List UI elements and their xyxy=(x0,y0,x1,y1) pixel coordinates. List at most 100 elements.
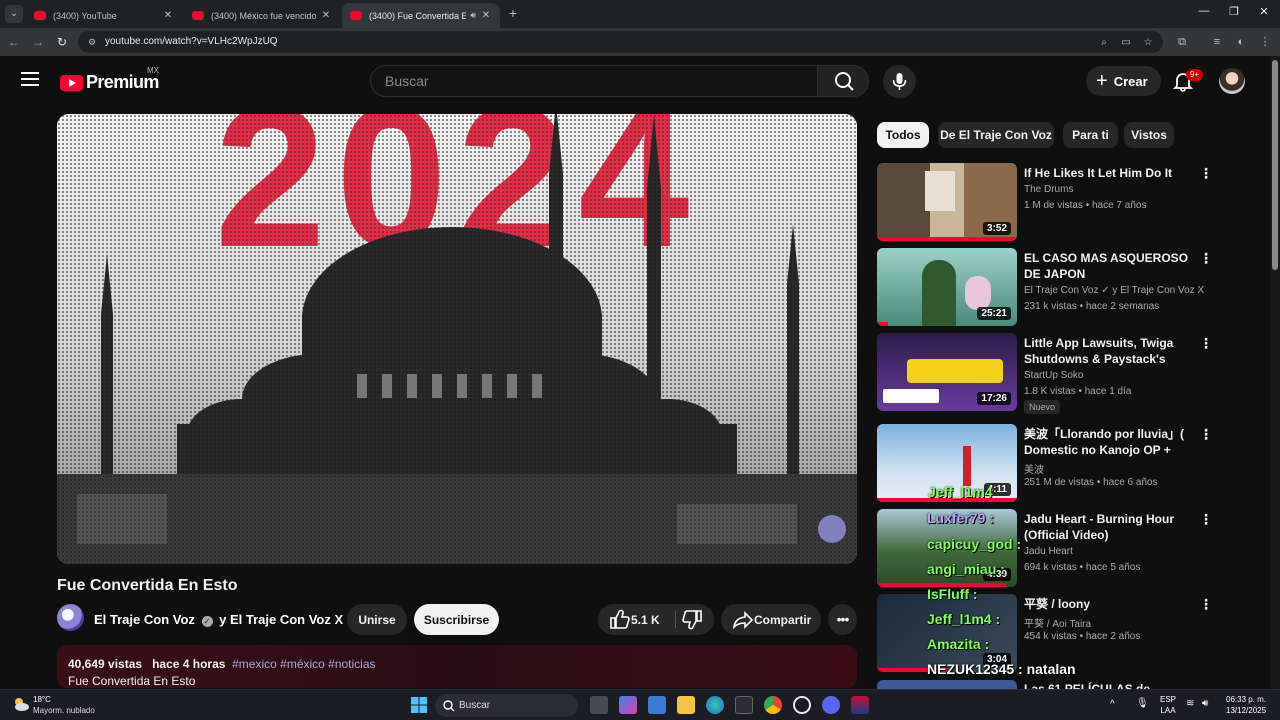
url-text[interactable]: youtube.com/watch?v=VLHc2WpJzUQ xyxy=(105,36,278,47)
create-button[interactable]: + Crear xyxy=(1086,66,1161,96)
recommendation-channel[interactable]: The Drums xyxy=(1024,184,1073,195)
share-button[interactable]: Compartir xyxy=(721,604,821,635)
description-box[interactable]: 40,649 vistas hace 4 horas #mexico #méxi… xyxy=(57,645,857,688)
site-info-icon[interactable]: ⚙ xyxy=(86,36,98,48)
collab-channel-text[interactable]: y El Traje Con Voz X xyxy=(219,612,343,627)
recommendation-thumbnail[interactable]: 17:26 xyxy=(877,333,1017,411)
like-dislike-group: 5.1 K xyxy=(598,604,714,635)
join-button[interactable]: Unirse xyxy=(347,604,407,635)
recommendation-item[interactable]: 25:21 EL CASO MAS ASQUEROSO DE JAPON El … xyxy=(877,248,1267,328)
edge-icon[interactable] xyxy=(706,696,724,714)
restore-icon[interactable]: ❐ xyxy=(1224,5,1244,21)
search-input[interactable]: Buscar xyxy=(370,65,817,97)
terminal-icon[interactable] xyxy=(735,696,753,714)
voice-search-button[interactable] xyxy=(883,65,916,98)
recommendation-title: If He Likes It Let Him Do It xyxy=(1024,166,1173,180)
search-button[interactable] xyxy=(817,65,869,97)
zoom-icon[interactable]: ⌕ xyxy=(1097,36,1111,50)
taskbar-search[interactable]: Buscar xyxy=(435,694,578,717)
video-player[interactable]: 2024 xyxy=(57,114,857,564)
kebab-menu-icon[interactable]: ⋮ xyxy=(1199,335,1213,351)
chat-message: Jeff_l1m4 : xyxy=(927,611,1001,627)
channel-name[interactable]: El Traje Con Voz xyxy=(94,612,195,627)
profile-icon[interactable]: ◐ xyxy=(1233,34,1249,50)
cast-icon[interactable]: ▭ xyxy=(1119,36,1133,50)
chrome-menu-icon[interactable]: ⋮ xyxy=(1257,34,1273,50)
weather-description[interactable]: Mayorm. nublado xyxy=(33,706,95,715)
subscribe-button[interactable]: Suscribirse xyxy=(414,604,499,635)
account-avatar[interactable] xyxy=(1219,68,1245,94)
windows-start-icon[interactable] xyxy=(410,696,428,714)
input-language[interactable]: ESP LAA xyxy=(1160,694,1176,716)
microphone-tray-icon[interactable]: 🎙︎ xyxy=(1136,698,1149,709)
app-icon[interactable] xyxy=(793,696,811,714)
chip-for-you[interactable]: Para ti xyxy=(1063,122,1118,148)
channel-avatar[interactable] xyxy=(57,604,84,631)
recommendation-thumbnail[interactable]: 3:52 xyxy=(877,163,1017,241)
hashtags[interactable]: #mexico #méxico #noticias xyxy=(232,657,375,671)
youtube-premium-logo[interactable]: Premium MX xyxy=(60,66,159,93)
kebab-menu-icon[interactable]: ⋮ xyxy=(1199,511,1213,527)
chrome-icon[interactable] xyxy=(764,696,782,714)
browser-toolbar: ← → ↻ ⚙ youtube.com/watch?v=VLHc2WpJzUQ … xyxy=(0,28,1280,56)
chat-message: Amazita : xyxy=(927,636,990,652)
description-text: Fue Convertida En Esto xyxy=(68,674,196,688)
forward-icon[interactable]: → xyxy=(30,34,46,50)
clock[interactable]: 06:33 p. m. 13/12/2025 xyxy=(1226,694,1266,716)
recommendation-item[interactable]: 17:26 Little App Lawsuits, Twiga Shutdow… xyxy=(877,333,1267,419)
audio-playing-icon[interactable]: 🔊︎ xyxy=(470,10,476,21)
file-explorer-icon[interactable] xyxy=(677,696,695,714)
reading-list-icon[interactable]: ≡ xyxy=(1209,34,1225,50)
menu-icon[interactable] xyxy=(21,72,39,86)
system-tray-chevron-icon[interactable]: ^ xyxy=(1110,699,1115,710)
close-icon[interactable]: ✕ xyxy=(162,10,174,21)
page-scrollbar[interactable] xyxy=(1270,56,1280,689)
channel-name-group[interactable]: El Traje Con Voz ✓ y El Traje Con Voz X xyxy=(94,612,343,627)
wifi-icon[interactable]: ≋ xyxy=(1186,698,1194,709)
recommendation-item[interactable]: Las 61 PELÍCULAS de DISNEY... xyxy=(877,680,1267,689)
pinned-app-icon[interactable] xyxy=(851,696,869,714)
new-tab-button[interactable]: + xyxy=(505,5,521,21)
weather-temperature[interactable]: 18°C xyxy=(33,695,51,704)
recommendation-item[interactable]: 3:52 If He Likes It Let Him Do It The Dr… xyxy=(877,163,1267,243)
tab-search-icon[interactable]: ⌄ xyxy=(5,5,23,23)
recommendation-channel[interactable]: 平葵 / Aoi Taira xyxy=(1024,615,1091,630)
chip-all[interactable]: Todos xyxy=(877,122,929,148)
close-window-icon[interactable]: ✕ xyxy=(1254,5,1274,21)
recommendation-channel[interactable]: StartUp Soko xyxy=(1024,370,1083,381)
volume-icon[interactable]: 🔊︎ xyxy=(1202,698,1208,709)
task-view-icon[interactable] xyxy=(590,696,608,714)
recommendation-channel[interactable]: Jadu Heart xyxy=(1024,546,1073,557)
like-button[interactable]: 5.1 K xyxy=(598,604,675,635)
store-icon[interactable] xyxy=(648,696,666,714)
chip-watched[interactable]: Vistos xyxy=(1124,122,1174,148)
back-icon[interactable]: ← xyxy=(6,34,22,50)
browser-tab-active[interactable]: (3400) Fue Convertida En Esto 🔊︎ ✕ xyxy=(342,3,500,28)
kebab-menu-icon[interactable]: ⋮ xyxy=(1199,426,1213,442)
cloudy-weather-icon[interactable] xyxy=(12,696,30,712)
recommendation-channel[interactable]: El Traje Con Voz ✓ y El Traje Con Voz X xyxy=(1024,285,1204,296)
scrollbar-thumb[interactable] xyxy=(1272,60,1278,270)
recommendation-channel[interactable]: 美波 xyxy=(1024,461,1044,476)
extensions-icon[interactable]: ⧉ xyxy=(1174,34,1190,50)
recommendation-thumbnail[interactable] xyxy=(877,680,1017,689)
close-icon[interactable]: ✕ xyxy=(480,10,492,21)
address-bar[interactable]: ⚙ youtube.com/watch?v=VLHc2WpJzUQ ⌕ ▭ ☆ xyxy=(78,31,1163,53)
recommendation-thumbnail[interactable]: 25:21 xyxy=(877,248,1017,326)
chip-from-channel[interactable]: De El Traje Con Voz xyxy=(938,122,1054,148)
more-actions-icon[interactable]: ••• xyxy=(828,604,857,635)
copilot-icon[interactable] xyxy=(619,696,637,714)
bookmark-star-icon[interactable]: ☆ xyxy=(1141,36,1155,50)
taskbar-search-label: Buscar xyxy=(459,700,491,711)
minimize-icon[interactable]: — xyxy=(1194,5,1214,21)
microphone-icon xyxy=(892,73,907,90)
browser-tab[interactable]: (3400) YouTube ✕ xyxy=(26,3,182,28)
kebab-menu-icon[interactable]: ⋮ xyxy=(1199,596,1213,612)
dislike-button[interactable] xyxy=(676,604,714,635)
browser-tab[interactable]: (3400) México fue vencido por... ✕ xyxy=(184,3,340,28)
kebab-menu-icon[interactable]: ⋮ xyxy=(1199,250,1213,266)
discord-icon[interactable] xyxy=(822,696,840,714)
reload-icon[interactable]: ↻ xyxy=(54,34,70,50)
kebab-menu-icon[interactable]: ⋮ xyxy=(1199,165,1213,181)
close-icon[interactable]: ✕ xyxy=(320,10,332,21)
